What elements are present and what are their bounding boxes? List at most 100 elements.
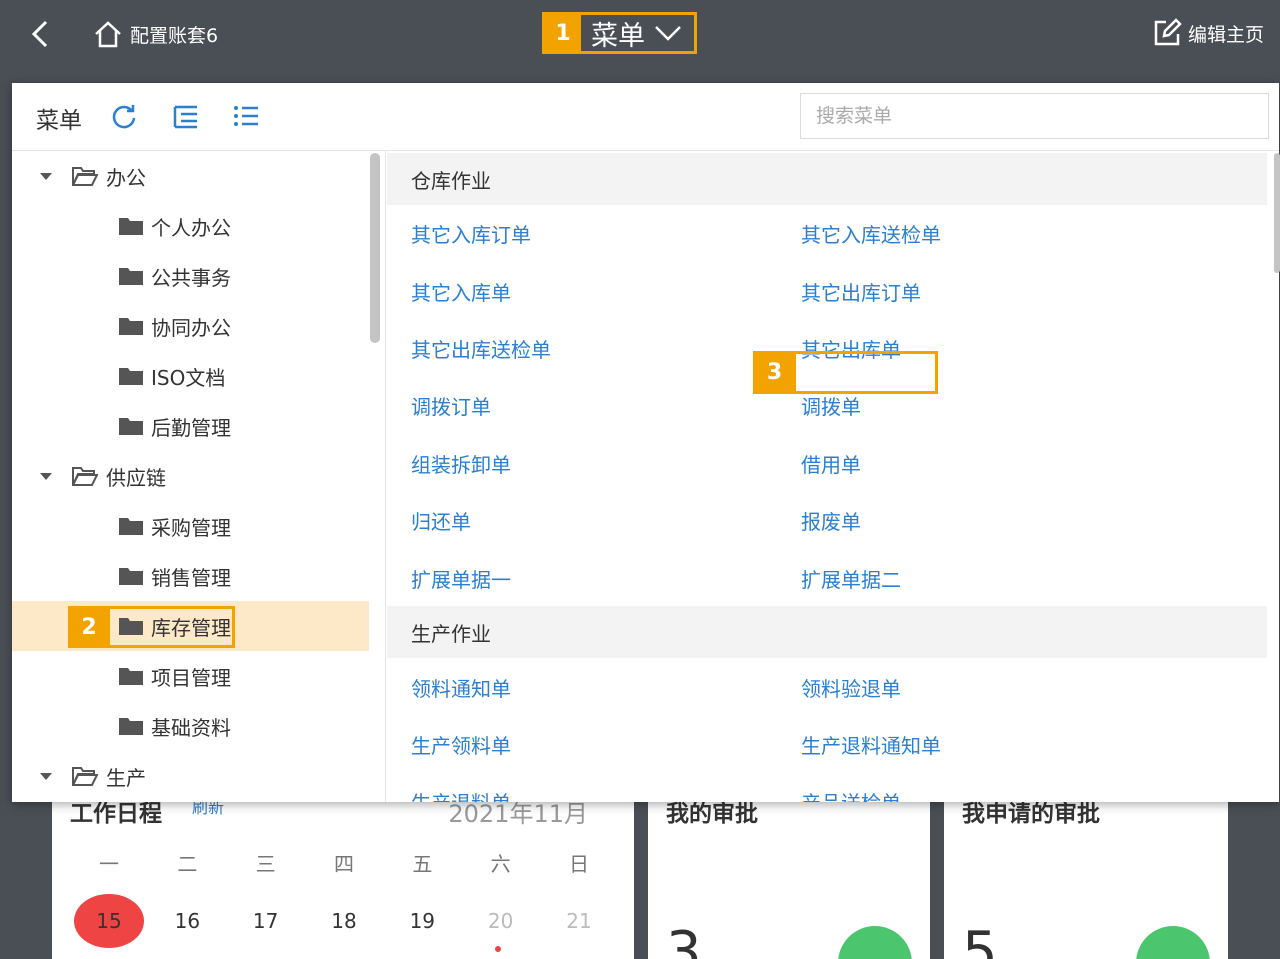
menu-link[interactable]: 其它入库单 xyxy=(411,277,511,306)
folder-icon xyxy=(119,668,143,685)
weekday: 六 xyxy=(490,852,511,876)
tree-item[interactable]: 个人办公 xyxy=(12,201,369,251)
caret-down-icon[interactable] xyxy=(40,772,52,780)
content-scrollbar[interactable] xyxy=(1274,153,1280,273)
menu-dropdown-toggle[interactable]: 1 菜单 xyxy=(542,12,697,54)
approval-icon[interactable] xyxy=(838,926,912,959)
calendar-day[interactable]: 21 xyxy=(544,909,614,933)
tree-item[interactable]: ISO文档 xyxy=(12,351,369,401)
tree-item[interactable]: 后勤管理 xyxy=(12,401,369,451)
menu-link[interactable]: 组装拆卸单 xyxy=(411,449,511,478)
edit-icon xyxy=(1154,18,1182,46)
menu-link[interactable]: 调拨单 xyxy=(801,391,861,420)
menu-link-highlighted[interactable]: 其它出库订单 xyxy=(801,277,921,306)
folder-open-icon xyxy=(72,767,98,786)
expand-list-icon[interactable] xyxy=(232,102,260,130)
menu-link[interactable]: 领料通知单 xyxy=(411,673,511,702)
calendar-day[interactable]: 20 xyxy=(466,909,536,933)
menu-link[interactable]: 领料验退单 xyxy=(801,673,901,702)
menu-link[interactable]: 调拨订单 xyxy=(411,391,491,420)
my-approval-card[interactable]: 我的审批 3 xyxy=(648,790,930,959)
tree-group-office[interactable]: 办公 xyxy=(12,151,369,201)
menu-link[interactable]: 生产领料单 xyxy=(411,730,511,759)
menu-panel-header: 菜单 xyxy=(12,83,1279,151)
weekday: 日 xyxy=(568,852,589,876)
menu-link[interactable]: 归还单 xyxy=(411,506,471,535)
tree-item[interactable]: 基础资料 xyxy=(12,701,369,751)
calendar-day-today[interactable]: 15 xyxy=(74,894,144,948)
tree-item-label: 销售管理 xyxy=(151,565,231,590)
folder-open-icon xyxy=(72,467,98,486)
calendar-weekdays: 一 二 三 四 五 六 日 xyxy=(74,848,614,877)
event-dot xyxy=(495,946,501,952)
applied-icon[interactable] xyxy=(1136,926,1210,959)
tree-item-label: 公共事务 xyxy=(151,265,231,290)
menu-link[interactable]: 扩展单据一 xyxy=(411,564,511,593)
refresh-icon[interactable] xyxy=(110,102,138,130)
tree-group-label: 办公 xyxy=(106,165,146,190)
caret-down-icon[interactable] xyxy=(40,472,52,480)
folder-icon xyxy=(119,318,143,335)
account-name: 配置账套6 xyxy=(130,24,219,47)
selected-item-highlight: 2 xyxy=(68,606,235,648)
tree-group-supply-chain[interactable]: 供应链 xyxy=(12,451,369,501)
tree-scrollbar[interactable] xyxy=(370,153,380,343)
weekday: 五 xyxy=(412,852,433,876)
calendar-day[interactable]: 18 xyxy=(309,909,379,933)
menu-panel-title: 菜单 xyxy=(36,108,82,134)
chevron-down-icon xyxy=(655,26,681,41)
my-applied-card[interactable]: 我申请的审批 5 xyxy=(944,790,1228,959)
folder-icon xyxy=(119,568,143,585)
highlighted-link-frame: 3 xyxy=(753,351,938,394)
menu-link[interactable]: 其它入库送检单 xyxy=(801,219,941,248)
menu-link[interactable]: 其它出库送检单 xyxy=(411,334,551,363)
section-title-production: 生产作业 xyxy=(387,606,1267,658)
tree-item-label: 协同办公 xyxy=(151,315,231,340)
tree-group-label: 生产 xyxy=(106,765,146,790)
home-button[interactable]: 配置账套6 xyxy=(92,18,218,50)
menu-link[interactable]: 扩展单据二 xyxy=(801,564,901,593)
calendar-card: 工作日程 刷新 2021年11月 一 二 三 四 五 六 日 15 16 17 … xyxy=(52,790,634,959)
menu-title: 菜单 xyxy=(591,20,645,52)
calendar-day[interactable]: 19 xyxy=(387,909,457,933)
tree-item-label: 基础资料 xyxy=(151,715,231,740)
folder-icon xyxy=(119,218,143,235)
menu-link[interactable]: 其它入库订单 xyxy=(411,219,531,248)
menu-content: 仓库作业 其它入库订单 其它入库送检单 其它入库单 其它出库订单 其它出库送检单… xyxy=(387,151,1279,802)
tree-item-label: 个人办公 xyxy=(151,215,231,240)
tree-item-label: 项目管理 xyxy=(151,665,231,690)
tree-group-label: 供应链 xyxy=(106,465,166,490)
tree-item-label: ISO文档 xyxy=(151,365,226,390)
step-badge: 1 xyxy=(545,15,581,51)
calendar-day[interactable]: 17 xyxy=(231,909,301,933)
menu-link[interactable]: 借用单 xyxy=(801,449,861,478)
calendar-days: 15 16 17 18 19 20 21 xyxy=(74,894,614,948)
edit-home-button[interactable]: 编辑主页 xyxy=(1152,18,1264,48)
weekday: 四 xyxy=(333,852,354,876)
search-menu-input[interactable] xyxy=(800,93,1269,139)
menu-link[interactable]: 产品送检单 xyxy=(801,787,901,802)
tree-item[interactable]: 协同办公 xyxy=(12,301,369,351)
tree-item[interactable]: 销售管理 xyxy=(12,551,369,601)
tree-item[interactable]: 项目管理 xyxy=(12,651,369,701)
tree-item[interactable]: 公共事务 xyxy=(12,251,369,301)
calendar-day[interactable]: 16 xyxy=(152,909,222,933)
edit-home-label: 编辑主页 xyxy=(1187,23,1264,46)
tree-group-production[interactable]: 生产 xyxy=(12,751,369,801)
tree-item[interactable]: 采购管理 xyxy=(12,501,369,551)
caret-down-icon[interactable] xyxy=(40,172,52,180)
back-arrow-icon[interactable] xyxy=(22,16,58,52)
collapse-list-icon[interactable] xyxy=(172,102,200,130)
weekday: 二 xyxy=(177,852,198,876)
weekday: 三 xyxy=(255,852,276,876)
folder-icon xyxy=(119,368,143,385)
menu-link[interactable]: 报废单 xyxy=(801,506,861,535)
folder-icon xyxy=(119,418,143,435)
menu-panel: 菜单 办公 个人办公 xyxy=(12,83,1280,802)
folder-icon xyxy=(119,518,143,535)
menu-link[interactable]: 生产退料通知单 xyxy=(801,730,941,759)
top-bar: 配置账套6 1 菜单 编辑主页 xyxy=(0,0,1280,68)
section-title-warehouse: 仓库作业 xyxy=(387,153,1267,205)
weekday: 一 xyxy=(99,852,119,876)
menu-link[interactable]: 生产退料单 xyxy=(411,787,511,802)
